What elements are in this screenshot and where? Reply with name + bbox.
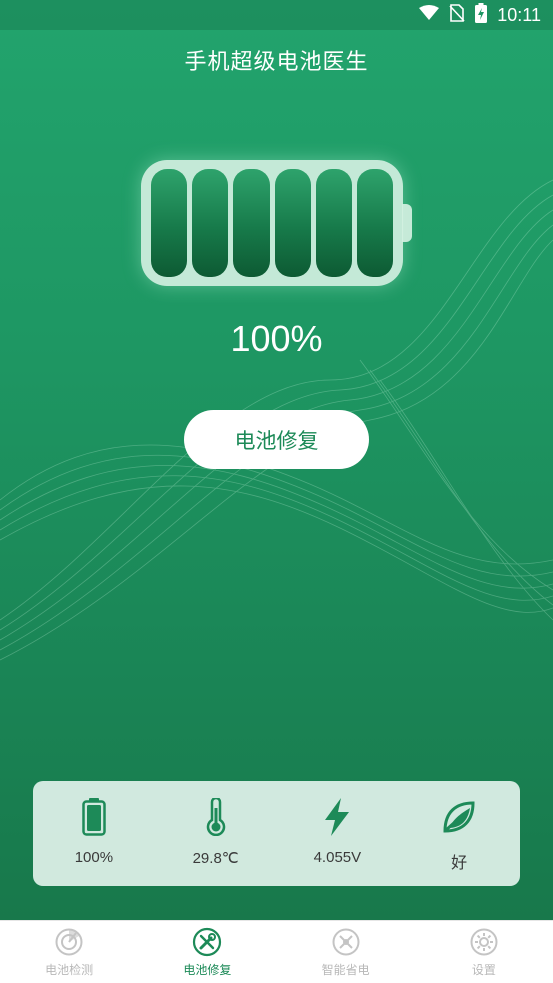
info-item-level: 100% [33,781,155,886]
app-screen: 10:11 手机超级电池医生 100% 电池修复 100% 29.8℃ 4.05… [0,0,553,983]
info-item-temperature: 29.8℃ [155,781,277,886]
battery-tip [402,204,412,242]
radar-icon [55,928,83,956]
battery-repair-button[interactable]: 电池修复 [184,410,369,469]
battery-cell [356,169,394,277]
battery-graphic [141,160,403,286]
nav-label-battery-check: 电池检测 [45,963,94,977]
nav-item-power-save[interactable]: 智能省电 [277,921,415,983]
nav-item-battery-check[interactable]: 电池检测 [0,921,138,983]
battery-cell [192,169,229,277]
bottom-nav: 电池检测 电池修复 智能省电 设置 [0,920,553,983]
battery-charging-icon [475,3,488,27]
battery-percent: 100% [230,318,323,359]
battery-cell [151,169,188,277]
leaf-health-icon [439,797,479,837]
info-item-voltage: 4.055V [277,781,399,886]
battery-cell [233,169,270,277]
nav-item-battery-repair[interactable]: 电池修复 [138,921,276,983]
no-sim-icon [449,4,465,26]
repair-tools-icon [193,927,222,957]
nav-item-settings[interactable]: 设置 [415,921,553,983]
battery-level-icon [74,797,114,837]
settings-gear-icon [470,928,498,956]
battery-cell [274,169,311,277]
info-item-health: 好 [398,781,520,886]
battery-cell [315,169,352,277]
status-time: 10:11 [497,4,541,25]
app-title: 手机超级电池医生 [184,50,369,75]
lightning-icon [317,797,357,837]
nav-label-power-save: 智能省电 [321,963,370,977]
battery-info-card: 100% 29.8℃ 4.055V 好 [33,781,520,886]
power-save-icon [332,928,360,956]
info-value-voltage: 4.055V [313,849,362,866]
info-value-temperature: 29.8℃ [192,850,239,867]
thermometer-icon [196,797,236,837]
status-bar: 10:11 [0,0,553,30]
nav-label-settings: 设置 [471,963,496,977]
info-value-level: 100% [74,849,114,866]
wifi-icon [419,5,440,25]
nav-label-battery-repair: 电池修复 [183,963,232,977]
info-value-health: 好 [451,853,468,872]
